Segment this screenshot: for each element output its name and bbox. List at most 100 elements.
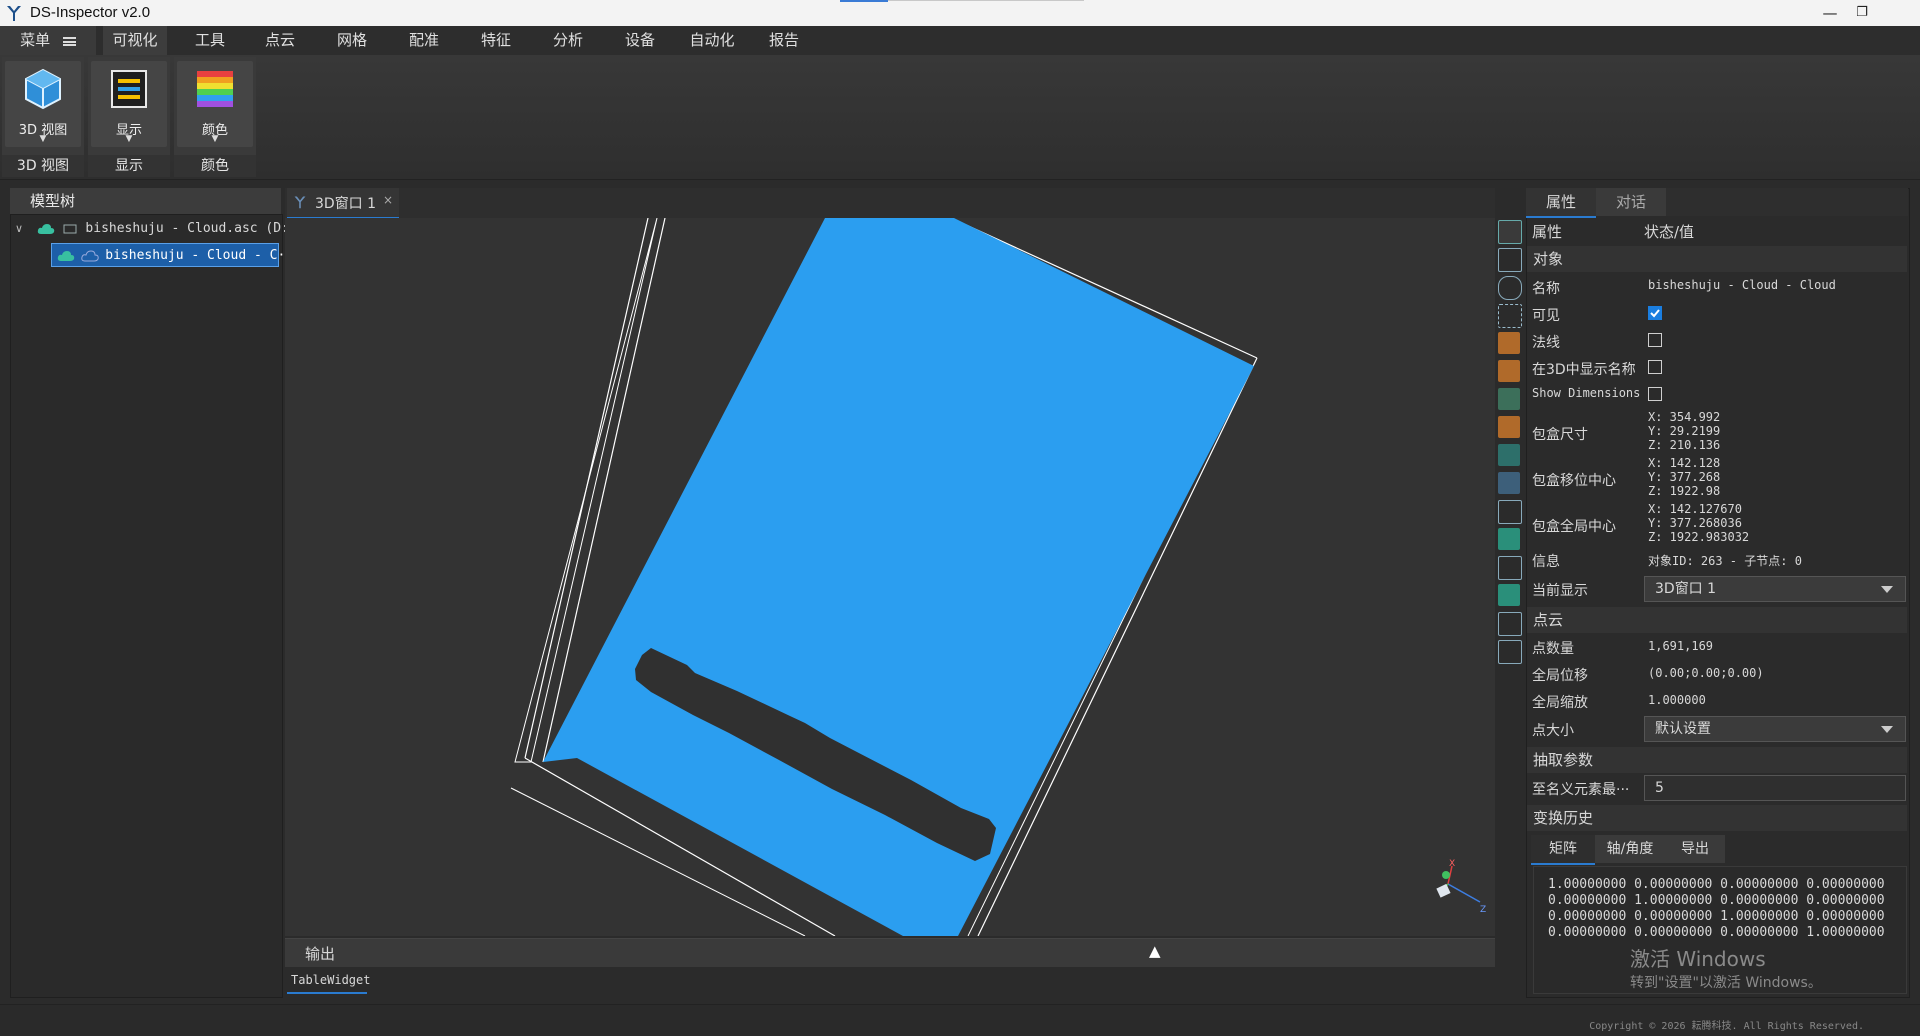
ribbon-group-label: 3D 视图	[2, 155, 84, 177]
bbox-shift-y: Y: 377.268	[1648, 470, 1721, 484]
prop-global-scale-label: 全局缩放	[1532, 695, 1588, 711]
normals-checkbox[interactable]	[1648, 333, 1662, 347]
view-back-icon[interactable]	[1498, 444, 1520, 466]
close-icon[interactable]: ×	[383, 193, 393, 207]
tree-item-cloud-label: bisheshuju - Cloud - C···	[105, 248, 301, 263]
menu-analysis[interactable]: 分析	[540, 26, 596, 55]
scalar-field-input[interactable]: 5	[1644, 775, 1906, 801]
transform-matrix[interactable]: 1.00000000 0.00000000 0.00000000 0.00000…	[1533, 866, 1907, 994]
menu-pointcloud[interactable]: 点云	[252, 26, 308, 55]
rect-select-icon[interactable]	[1498, 304, 1522, 328]
bbox-size-z: Z: 210.136	[1648, 438, 1721, 452]
tab-properties[interactable]: 属性	[1526, 188, 1596, 218]
view-right-icon[interactable]	[1498, 500, 1522, 524]
output-title: 输出	[305, 945, 336, 963]
menu-features[interactable]: 特征	[468, 26, 524, 55]
3d-viewport[interactable]: X Z	[285, 218, 1495, 936]
view-iso3-icon[interactable]	[1498, 640, 1522, 664]
prop-info-label: 信息	[1532, 554, 1560, 570]
transform-tab-bar: 矩阵 轴/角度 导出	[1531, 835, 1725, 865]
prop-row-bbox-size: 包盒尺寸 X: 354.992 Y: 29.2199 Z: 210.136	[1530, 410, 1906, 454]
visible-checkbox[interactable]	[1648, 306, 1662, 320]
view-left-icon[interactable]	[1498, 472, 1520, 494]
3d-view-button[interactable]: 3D 视图 ▼	[5, 61, 81, 147]
prop-info-value: 对象ID: 263 - 子节点: 0	[1648, 554, 1802, 568]
chevron-down-icon	[1881, 726, 1893, 733]
menu-report[interactable]: 报告	[756, 26, 812, 55]
tree-item-root[interactable]: ∨ bisheshuju - Cloud.asc (D:/)	[15, 217, 305, 241]
menu-registration[interactable]: 配准	[396, 26, 452, 55]
current-display-select[interactable]: 3D窗口 1	[1644, 576, 1906, 602]
segment-icon[interactable]	[1498, 360, 1520, 382]
tree-item-cloud[interactable]: bisheshuju - Cloud - C···	[51, 243, 301, 267]
pointer-icon[interactable]	[1498, 332, 1520, 354]
hamburger-icon	[62, 37, 76, 46]
view-toolstrip	[1497, 218, 1522, 678]
output-panel-header[interactable]: 输出 ▲	[285, 938, 1495, 967]
prop-row-point-size: 点大小 默认设置	[1530, 716, 1906, 744]
menu-visualization[interactable]: 可视化	[103, 26, 167, 55]
prop-row-current-display: 当前显示 3D窗口 1	[1530, 576, 1906, 604]
section-transform-history: 变换历史	[1527, 805, 1907, 831]
restore-button[interactable]: ❐	[1850, 2, 1874, 24]
view-iso1-icon[interactable]	[1498, 584, 1520, 606]
title-bar: DS-Inspector v2.0 — ❐	[0, 0, 1920, 26]
tab-export[interactable]: 导出	[1665, 835, 1725, 863]
menu-mesh[interactable]: 网格	[324, 26, 380, 55]
show-dimensions-checkbox[interactable]	[1648, 387, 1662, 401]
properties-tab-bar: 属性 对话	[1526, 188, 1908, 218]
header-property: 属性	[1532, 223, 1563, 241]
prop-sf-label: 至名义元素最···	[1532, 782, 1630, 798]
main-menu-button[interactable]: 菜单	[0, 26, 96, 55]
prop-point-count-label: 点数量	[1532, 641, 1574, 657]
title-accent-line	[840, 0, 888, 2]
view-front-icon[interactable]	[1498, 416, 1520, 438]
menu-tools[interactable]: 工具	[180, 26, 240, 55]
prop-name-value[interactable]: bisheshuju - Cloud - Cloud	[1648, 278, 1836, 292]
activation-watermark: 激活 Windows 转到"设置"以激活 Windows。	[1630, 943, 1822, 992]
model-tree-panel: ∨ bisheshuju - Cloud.asc (D:/) bisheshuj…	[10, 214, 305, 998]
ribbon-group-color: 颜色 ▼ 颜色	[174, 57, 256, 177]
chevron-down-icon[interactable]: ∨	[15, 217, 29, 241]
tab-table-widget[interactable]: TableWidget	[287, 968, 370, 994]
bbox-size-values: X: 354.992 Y: 29.2199 Z: 210.136	[1648, 410, 1720, 452]
title-divider	[888, 0, 1084, 1]
zoom-fit-icon[interactable]	[1498, 220, 1522, 244]
layers-icon[interactable]	[1498, 388, 1520, 410]
view-bottom-icon[interactable]	[1498, 556, 1522, 580]
point-size-select[interactable]: 默认设置	[1644, 716, 1906, 742]
display-button[interactable]: 显示 ▼	[91, 61, 167, 147]
prop-point-count-value: 1,691,169	[1648, 639, 1714, 653]
prop-bbox-size-label: 包盒尺寸	[1532, 427, 1588, 443]
view-iso2-icon[interactable]	[1498, 612, 1522, 636]
menu-automation[interactable]: 自动化	[684, 26, 740, 55]
tab-matrix[interactable]: 矩阵	[1531, 835, 1595, 865]
tab-dialog[interactable]: 对话	[1596, 188, 1666, 216]
expand-up-icon[interactable]: ▲	[1149, 942, 1161, 960]
scalar-field-value: 5	[1655, 780, 1664, 796]
menu-devices[interactable]: 设备	[612, 26, 668, 55]
bbox-shift-center-values: X: 142.128 Y: 377.268 Z: 1922.98	[1648, 456, 1720, 498]
show-name-checkbox[interactable]	[1648, 360, 1662, 374]
select-polygon-icon[interactable]	[1498, 248, 1522, 272]
watermark-title: 激活 Windows	[1630, 947, 1766, 971]
tab-3d-window[interactable]: 3D窗口 1 ×	[287, 188, 399, 220]
color-icon	[197, 71, 233, 107]
checkbox-cloud-icon[interactable]	[57, 250, 75, 262]
matrix-row: 0.00000000 1.00000000 0.00000000 0.00000…	[1548, 893, 1885, 908]
bbox-size-x: X: 354.992	[1648, 410, 1721, 424]
color-button[interactable]: 颜色 ▼	[177, 61, 253, 147]
view-top-icon[interactable]	[1498, 528, 1520, 550]
prop-show-name-label: 在3D中显示名称	[1532, 362, 1636, 378]
bbox-size-y: Y: 29.2199	[1648, 424, 1721, 438]
model-tree-title: 模型树	[10, 188, 281, 214]
ribbon-group-label: 颜色	[174, 155, 256, 177]
point-cloud-render[interactable]: X Z	[285, 218, 1495, 936]
prop-row-scalar-field: 至名义元素最··· 5	[1530, 775, 1906, 803]
cloud-icon	[81, 249, 99, 261]
lasso-select-icon[interactable]	[1498, 276, 1522, 300]
minimize-button[interactable]: —	[1818, 2, 1842, 24]
tab-axis-angle[interactable]: 轴/角度	[1595, 835, 1665, 863]
current-display-value: 3D窗口 1	[1655, 581, 1717, 597]
chevron-down-icon	[1881, 586, 1893, 593]
